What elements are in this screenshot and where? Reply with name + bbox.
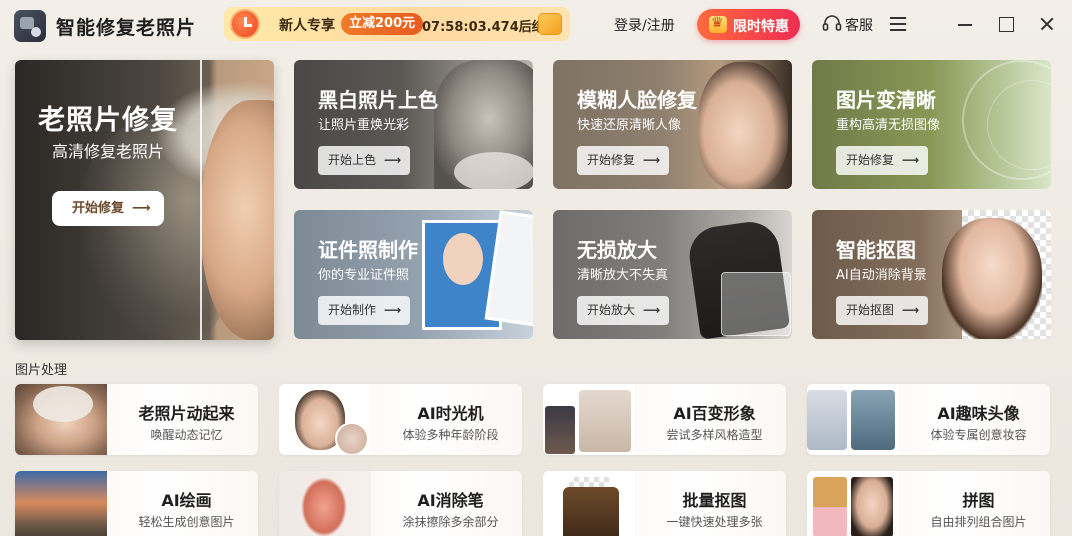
- feature-title: 智能抠图: [836, 238, 916, 262]
- arrow-right-icon: ⟶: [902, 153, 920, 167]
- hamburger-menu-icon[interactable]: [890, 17, 906, 31]
- woman-portrait: [942, 218, 1042, 339]
- arrow-right-icon: ⟶: [384, 153, 402, 167]
- hero-subtitle: 高清修复老照片: [51, 142, 164, 161]
- vip-offer-label: 限时特惠: [733, 19, 789, 35]
- beard-deco: [454, 152, 533, 189]
- tool-thumbnail: [807, 384, 899, 455]
- tool-subtitle: 涂抹擦除多余部分: [402, 515, 499, 529]
- tool-title: AI时光机: [417, 404, 484, 423]
- minimize-button[interactable]: [955, 13, 975, 33]
- vip-offer-button[interactable]: 限时特惠: [697, 9, 800, 40]
- feature-start-button[interactable]: 开始上色 ⟶: [318, 146, 410, 175]
- tool-thumbnail: [15, 384, 107, 455]
- app-logo-icon: [14, 10, 46, 42]
- arrow-right-icon: ⟶: [132, 201, 151, 216]
- promo-banner[interactable]: 新人专享 立减200元 07:58:03.474后结束: [224, 7, 570, 41]
- tool-title: 老照片动起来: [138, 404, 235, 423]
- tool-tile-batch-cutout[interactable]: 批量抠图 一键快速处理多张: [543, 471, 786, 536]
- arrow-right-icon: ⟶: [384, 303, 402, 317]
- tool-tile-ai-eraser[interactable]: AI消除笔 涂抹擦除多余部分: [279, 471, 522, 536]
- close-button[interactable]: [1037, 13, 1057, 33]
- hero-start-button[interactable]: 开始修复 ⟶: [52, 191, 164, 226]
- hero-title: 老照片修复: [38, 105, 178, 136]
- feature-button-label: 开始修复: [587, 153, 636, 167]
- tool-subtitle: 唤醒动态记忆: [150, 428, 223, 442]
- arrow-right-icon: ⟶: [643, 153, 661, 167]
- hero-start-button-label: 开始修复: [72, 201, 125, 216]
- arrow-right-icon: ⟶: [643, 303, 661, 317]
- tool-tile-collage[interactable]: 拼图 自由排列组合图片: [807, 471, 1050, 536]
- feature-title: 图片变清晰: [836, 88, 936, 112]
- arrow-right-icon: ⟶: [902, 303, 920, 317]
- feature-subtitle: 清晰放大不失真: [577, 268, 669, 283]
- tool-subtitle: 一键快速处理多张: [666, 515, 763, 529]
- feature-card-colorize[interactable]: 黑白照片上色 让照片重焕光彩 开始上色 ⟶: [294, 60, 533, 189]
- coupon-icon: [538, 13, 562, 35]
- tool-subtitle: 体验专属创意妆容: [930, 428, 1027, 442]
- tool-thumbnail: [543, 471, 635, 536]
- tool-subtitle: 轻松生成创意图片: [138, 515, 235, 529]
- feature-start-button[interactable]: 开始修复 ⟶: [577, 146, 669, 175]
- feature-subtitle: 快速还原清晰人像: [577, 118, 682, 133]
- customer-service-link[interactable]: 客服: [845, 15, 873, 35]
- feature-button-label: 开始制作: [328, 303, 377, 317]
- tool-thumbnail: [279, 384, 371, 455]
- tool-subtitle: 体验多种年龄阶段: [402, 428, 499, 442]
- tool-tile-ai-painting[interactable]: AI绘画 轻松生成创意图片: [15, 471, 258, 536]
- feature-card-cutout[interactable]: 智能抠图 AI自动消除背景 开始抠图 ⟶: [812, 210, 1051, 339]
- feature-subtitle: 重构高清无损图像: [836, 118, 941, 133]
- section-title: 图片处理: [15, 363, 68, 378]
- tool-tile-animate-photo[interactable]: 老照片动起来 唤醒动态记忆: [15, 384, 258, 455]
- hero-card-photo-restore[interactable]: 老照片修复 高清修复老照片 开始修复 ⟶: [15, 60, 274, 340]
- crown-icon: [709, 15, 727, 33]
- app-title: 智能修复老照片: [56, 17, 197, 39]
- tool-title: AI绘画: [161, 491, 212, 510]
- feature-title: 黑白照片上色: [318, 88, 438, 112]
- feature-button-label: 开始抠图: [846, 303, 895, 317]
- feature-start-button[interactable]: 开始制作 ⟶: [318, 296, 410, 325]
- promo-label: 新人专享: [279, 18, 335, 34]
- tool-subtitle: 尝试多样风格造型: [666, 428, 763, 442]
- feature-start-button[interactable]: 开始修复 ⟶: [836, 146, 928, 175]
- tool-title: AI百变形象: [673, 404, 756, 423]
- alarm-clock-icon: [230, 9, 260, 39]
- feature-button-label: 开始修复: [846, 153, 895, 167]
- feature-subtitle: 你的专业证件照: [318, 268, 410, 283]
- promo-discount-badge: 立减200元: [341, 13, 424, 35]
- tool-title: AI消除笔: [417, 491, 484, 510]
- woman-portrait: [698, 62, 788, 189]
- tool-title: AI趣味头像: [937, 404, 1020, 423]
- maximize-button[interactable]: [996, 13, 1016, 33]
- feature-button-label: 开始放大: [587, 303, 636, 317]
- feature-start-button[interactable]: 开始放大 ⟶: [577, 296, 669, 325]
- headset-icon[interactable]: [822, 15, 842, 33]
- tool-thumbnail: [807, 471, 899, 536]
- tool-thumbnail: [279, 471, 371, 536]
- tool-tile-ai-styles[interactable]: AI百变形象 尝试多样风格造型: [543, 384, 786, 455]
- tool-subtitle: 自由排列组合图片: [930, 515, 1027, 529]
- feature-card-face-restore[interactable]: 模糊人脸修复 快速还原清晰人像 开始修复 ⟶: [553, 60, 792, 189]
- feature-card-id-photo[interactable]: 证件照制作 你的专业证件照 开始制作 ⟶: [294, 210, 533, 339]
- tool-tile-ai-avatar[interactable]: AI趣味头像 体验专属创意妆容: [807, 384, 1050, 455]
- login-register-link[interactable]: 登录/注册: [614, 15, 675, 35]
- tool-title: 批量抠图: [682, 491, 747, 510]
- feature-card-upscale[interactable]: 无损放大 清晰放大不失真 开始放大 ⟶: [553, 210, 792, 339]
- tool-thumbnail: [15, 471, 107, 536]
- feature-card-enhance[interactable]: 图片变清晰 重构高清无损图像 开始修复 ⟶: [812, 60, 1051, 189]
- feature-title: 无损放大: [577, 238, 657, 262]
- feature-subtitle: 让照片重焕光彩: [318, 118, 410, 133]
- feature-start-button[interactable]: 开始抠图 ⟶: [836, 296, 928, 325]
- tool-title: 拼图: [962, 491, 995, 510]
- expand-arrows-icon: [721, 272, 791, 336]
- title-bar: 智能修复老照片 新人专享 立减200元 07:58:03.474后结束 登录/注…: [0, 0, 1072, 50]
- feature-subtitle: AI自动消除背景: [836, 268, 927, 283]
- tool-tile-ai-time-machine[interactable]: AI时光机 体验多种年龄阶段: [279, 384, 522, 455]
- feature-title: 证件照制作: [318, 238, 418, 262]
- feature-title: 模糊人脸修复: [577, 88, 697, 112]
- tool-thumbnail: [543, 384, 635, 455]
- feature-button-label: 开始上色: [328, 153, 377, 167]
